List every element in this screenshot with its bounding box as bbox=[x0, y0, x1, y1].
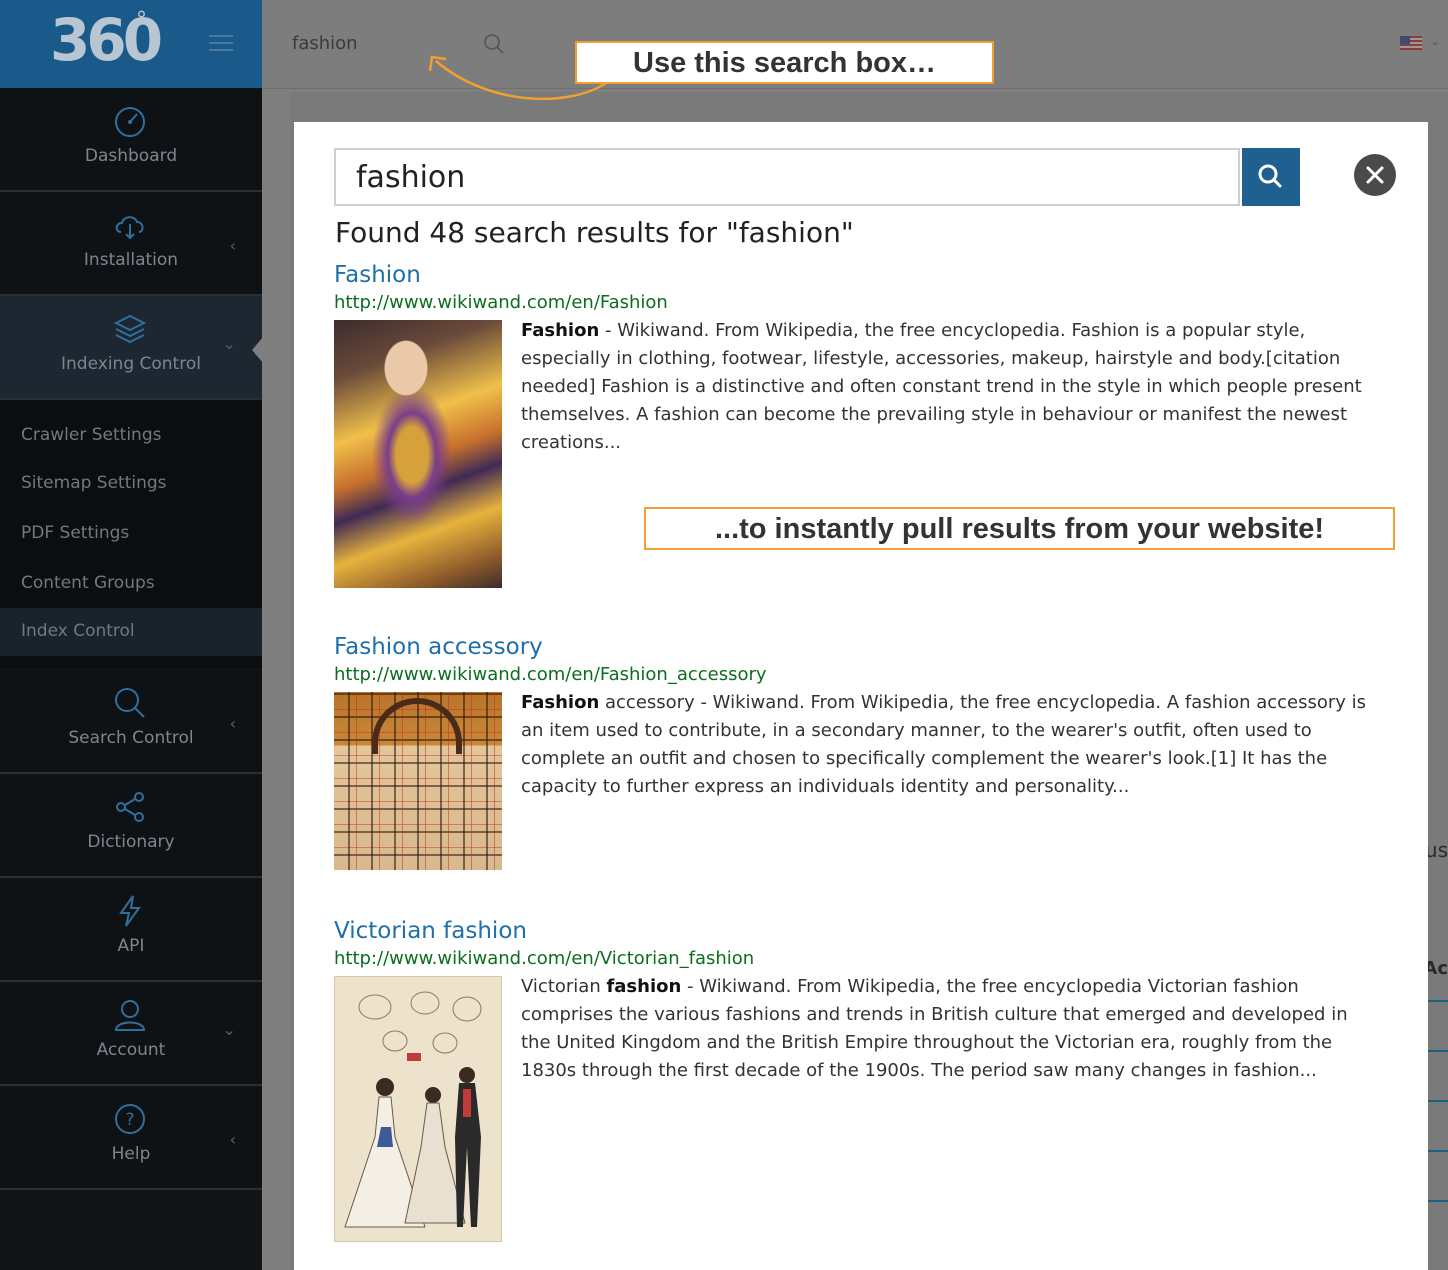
bag-handle bbox=[372, 698, 462, 754]
callout-use-search-box: Use this search box… bbox=[575, 41, 994, 84]
sidebar-item-label: Dictionary bbox=[87, 832, 175, 852]
logo-bar: 360 ° bbox=[0, 0, 262, 88]
submenu-item-pdf-settings[interactable]: PDF Settings bbox=[0, 510, 262, 558]
submenu-item-content-groups[interactable]: Content Groups bbox=[0, 560, 262, 608]
layers-icon bbox=[113, 314, 147, 344]
close-button[interactable] bbox=[1354, 154, 1396, 196]
sidebar-item-label: Account bbox=[96, 1040, 166, 1060]
sidebar-item-label: API bbox=[117, 936, 145, 956]
speedometer-icon bbox=[115, 107, 145, 137]
result-url[interactable]: http://www.wikiwand.com/en/Fashion_acces… bbox=[334, 664, 767, 685]
sidebar: 360 ° Dashboard Installation ‹ Indexing bbox=[0, 0, 264, 1270]
sidebar-item-dashboard[interactable]: Dashboard bbox=[0, 88, 262, 192]
sidebar-item-label: Search Control bbox=[68, 728, 194, 748]
svg-text:?: ? bbox=[125, 1110, 134, 1130]
results-heading: Found 48 search results for "fashion" bbox=[335, 216, 854, 249]
result-title-link[interactable]: Fashion accessory bbox=[334, 634, 543, 660]
snippet-text: Victorian bbox=[521, 976, 607, 997]
bolt-icon bbox=[119, 895, 141, 927]
chevron-down-icon: ⌄ bbox=[222, 1020, 236, 1039]
submenu-item-label: PDF Settings bbox=[21, 523, 130, 543]
submenu-item-label: Crawler Settings bbox=[21, 425, 162, 445]
close-icon bbox=[1366, 166, 1384, 184]
snippet-highlight: Fashion bbox=[521, 320, 600, 341]
search-results-modal: Found 48 search results for "fashion" Fa… bbox=[294, 122, 1428, 1270]
result-thumbnail-image[interactable] bbox=[334, 692, 502, 870]
sidebar-item-dictionary[interactable]: Dictionary bbox=[0, 774, 262, 878]
snippet-highlight: fashion bbox=[606, 976, 682, 997]
sidebar-item-search-control[interactable]: Search Control ‹ bbox=[0, 670, 262, 774]
submenu-item-label: Sitemap Settings bbox=[21, 473, 167, 493]
result-snippet: Fashion - Wikiwand. From Wikipedia, the … bbox=[521, 317, 1381, 457]
result-url[interactable]: http://www.wikiwand.com/en/Fashion bbox=[334, 292, 668, 313]
result-title-link[interactable]: Fashion bbox=[334, 262, 421, 288]
victorian-fashion-plate bbox=[344, 991, 482, 1228]
modal-search-input[interactable] bbox=[334, 148, 1240, 206]
chevron-left-icon: ‹ bbox=[229, 714, 236, 733]
submenu-item-sitemap-settings[interactable]: Sitemap Settings bbox=[0, 460, 262, 508]
result-snippet: Fashion accessory - Wikiwand. From Wikip… bbox=[521, 689, 1381, 801]
result-url[interactable]: http://www.wikiwand.com/en/Victorian_fas… bbox=[334, 948, 754, 969]
result-thumbnail-image[interactable] bbox=[334, 320, 502, 588]
sidebar-item-label: Help bbox=[111, 1144, 151, 1164]
sidebar-item-label: Indexing Control bbox=[61, 354, 201, 374]
submenu-item-crawler-settings[interactable]: Crawler Settings bbox=[0, 412, 262, 460]
chevron-left-icon: ‹ bbox=[229, 1130, 236, 1149]
search-icon bbox=[115, 688, 145, 718]
sidebar-item-label: Installation bbox=[83, 250, 179, 270]
indexing-submenu: Crawler Settings Sitemap Settings PDF Se… bbox=[0, 400, 262, 668]
sidebar-item-help[interactable]: ? Help ‹ bbox=[0, 1086, 262, 1190]
result-snippet: Victorian fashion - Wikiwand. From Wikip… bbox=[521, 973, 1381, 1085]
submenu-item-label: Content Groups bbox=[21, 573, 155, 593]
sidebar-item-account[interactable]: Account ⌄ bbox=[0, 982, 262, 1086]
sidebar-item-installation[interactable]: Installation ‹ bbox=[0, 192, 262, 296]
background-partial-text: us bbox=[1424, 838, 1448, 862]
snippet-text: accessory - Wikiwand. From Wikipedia, th… bbox=[521, 692, 1367, 797]
logo-degree: ° bbox=[136, 8, 147, 33]
us-flag-icon[interactable] bbox=[1400, 36, 1422, 50]
background-table-fragment bbox=[1428, 1000, 1448, 1250]
help-circle-icon: ? bbox=[115, 1104, 145, 1134]
user-icon bbox=[114, 1000, 146, 1031]
sidebar-item-api[interactable]: API bbox=[0, 878, 262, 982]
submenu-item-label: Index Control bbox=[21, 621, 135, 641]
snippet-text: - Wikiwand. From Wikipedia, the free enc… bbox=[521, 320, 1362, 453]
result-thumbnail-image[interactable] bbox=[334, 976, 502, 1242]
search-icon bbox=[1258, 164, 1282, 188]
sidebar-item-label: Dashboard bbox=[84, 146, 178, 166]
sidebar-item-indexing-control[interactable]: Indexing Control ⌄ bbox=[0, 296, 262, 400]
active-pointer bbox=[252, 336, 264, 364]
cloud-download-icon bbox=[115, 216, 144, 240]
share-icon bbox=[116, 792, 144, 822]
chevron-down-icon: ⌄ bbox=[222, 334, 236, 353]
submenu-item-index-control[interactable]: Index Control bbox=[0, 608, 262, 656]
hamburger-menu-icon[interactable] bbox=[209, 33, 233, 53]
modal-search-button[interactable] bbox=[1242, 148, 1300, 206]
result-title-link[interactable]: Victorian fashion bbox=[334, 918, 527, 944]
chevron-left-icon: ‹ bbox=[229, 236, 236, 255]
callout-instant-results: ...to instantly pull results from your w… bbox=[644, 507, 1395, 550]
chevron-down-icon[interactable]: ⌄ bbox=[1430, 34, 1440, 48]
snippet-highlight: Fashion bbox=[521, 692, 600, 713]
